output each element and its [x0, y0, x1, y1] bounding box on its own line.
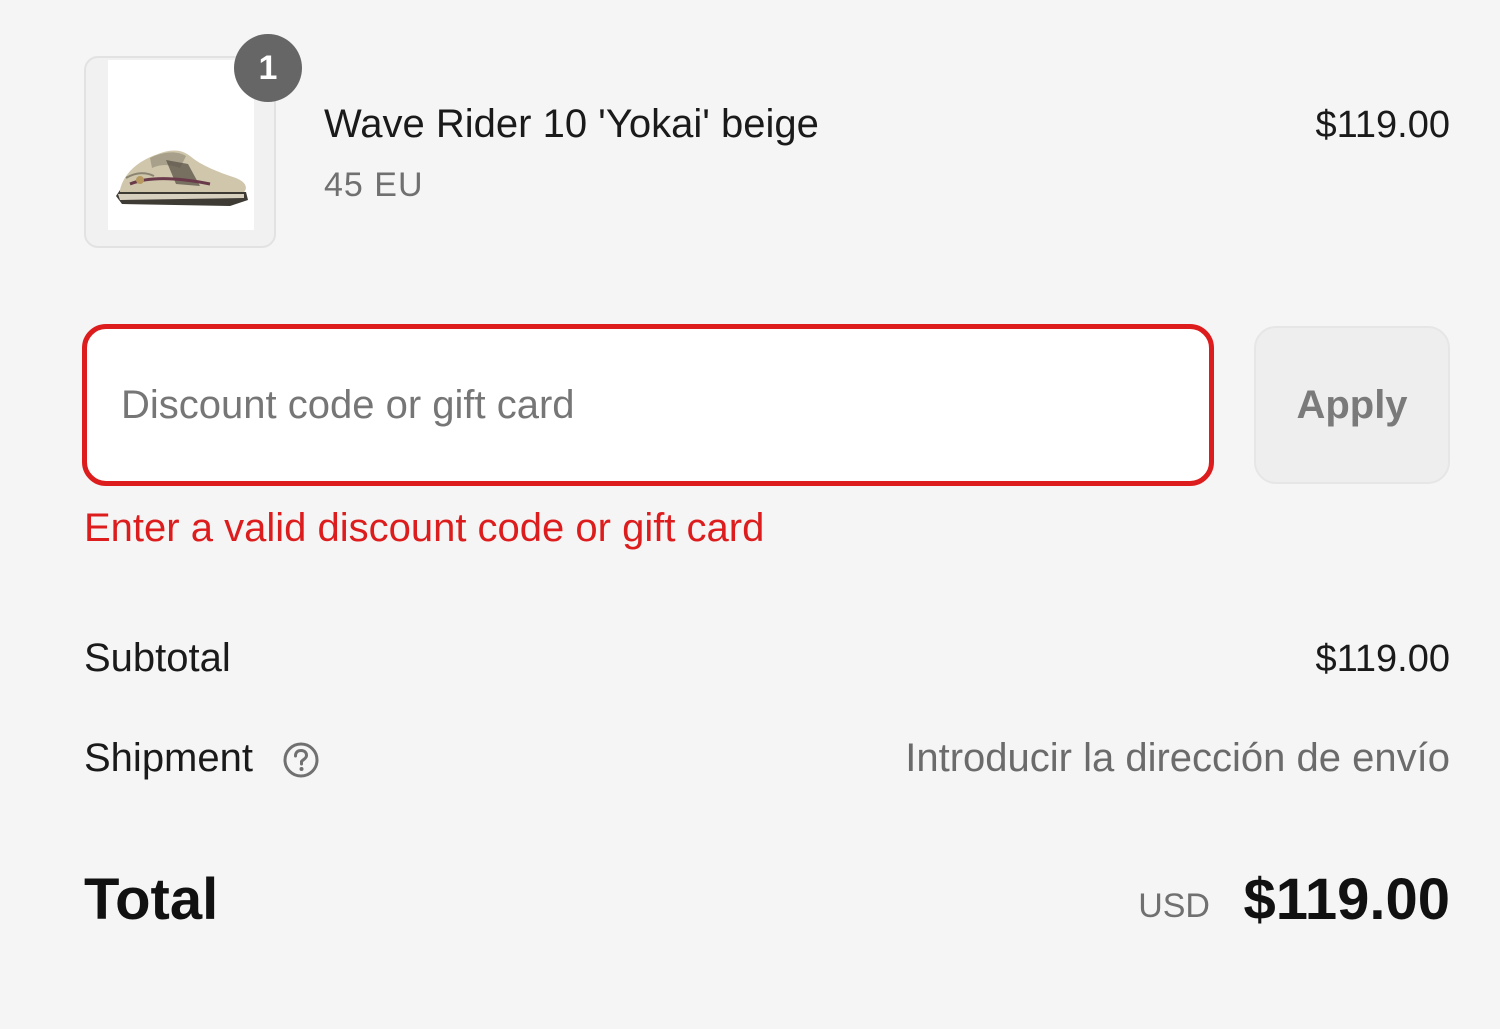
quantity-badge: 1 — [234, 34, 302, 102]
shipment-label: Shipment — [84, 736, 253, 780]
product-price: $119.00 — [1315, 104, 1450, 146]
subtotal-label: Subtotal — [84, 636, 231, 680]
discount-code-input[interactable] — [82, 324, 1214, 486]
sneaker-image — [116, 150, 248, 206]
product-name: Wave Rider 10 'Yokai' beige — [324, 102, 819, 146]
total-amount: $119.00 — [1243, 867, 1450, 932]
question-circle-icon[interactable] — [282, 741, 320, 779]
product-variant: 45 EU — [324, 166, 424, 204]
discount-error-message: Enter a valid discount code or gift card — [84, 506, 765, 550]
shipment-value: Introducir la dirección de envío — [905, 736, 1450, 780]
order-line-item: 1 Wave Rider 10 'Yokai' beige 45 EU $119… — [84, 34, 1450, 252]
apply-discount-button[interactable]: Apply — [1254, 326, 1450, 484]
total-currency: USD — [1138, 887, 1210, 925]
subtotal-value: $119.00 — [1315, 638, 1450, 680]
total-label: Total — [84, 867, 219, 932]
